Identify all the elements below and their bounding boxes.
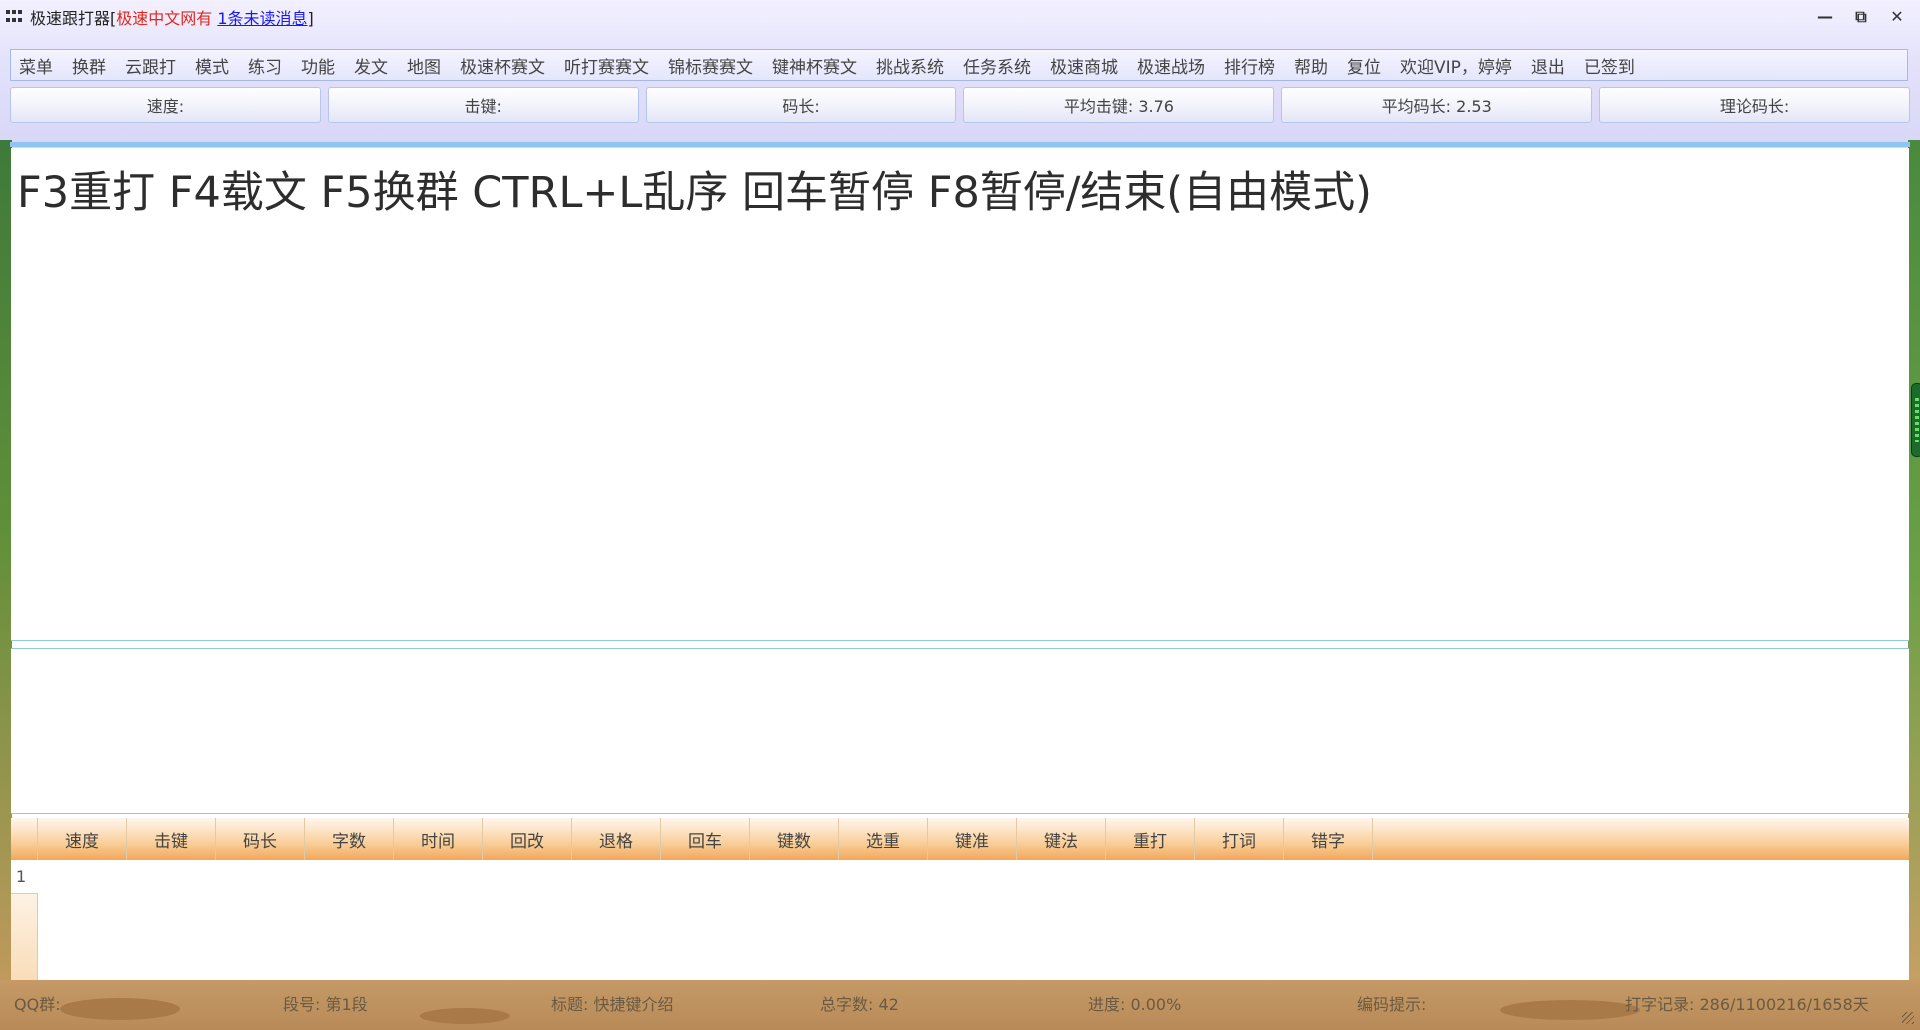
menu-item-leaderboard[interactable]: 排行榜 (1224, 53, 1275, 78)
menu-item-store[interactable]: 极速商城 (1050, 53, 1118, 78)
stat-code-length: 码长: (645, 87, 957, 123)
close-icon[interactable]: ✕ (1886, 6, 1908, 28)
column-header-key-count[interactable]: 键数 (750, 818, 839, 860)
menu-item-switch-group[interactable]: 换群 (72, 53, 106, 78)
passage-text: F3重打 F4载文 F5换群 CTRL+L乱序 回车暂停 F8暂停/结束(自由模… (17, 168, 1372, 218)
window-title: 极速跟打器[极速中文网有 1条未读消息] (30, 5, 314, 29)
title-prefix: 极速跟打器[ (30, 9, 117, 28)
desktop-background-right (1908, 140, 1920, 1000)
menu-item-listen-race[interactable]: 听打赛赛文 (564, 53, 649, 78)
status-total-chars: 总字数: 42 (820, 995, 899, 1014)
row-number[interactable]: 1 (11, 860, 38, 894)
stat-theory-code-length: 理论码长: (1599, 87, 1910, 123)
menu-item-menu[interactable]: 菜单 (19, 53, 53, 78)
column-header-word-typing[interactable]: 打词 (1195, 818, 1284, 860)
menu-item-functions[interactable]: 功能 (301, 53, 335, 78)
column-header-key-method[interactable]: 键法 (1017, 818, 1106, 860)
title-site-notice: 极速中文网有 (116, 9, 213, 28)
column-header-candidate-select[interactable]: 选重 (839, 818, 928, 860)
passage-display[interactable]: F3重打 F4载文 F5换群 CTRL+L乱序 回车暂停 F8暂停/结束(自由模… (11, 148, 1920, 641)
grid-header: 速度 击键 码长 字数 时间 回改 退格 回车 键数 选重 键准 键法 重打 打… (11, 818, 1909, 860)
restore-icon[interactable]: ⧉ (1850, 6, 1872, 28)
column-header-backspace[interactable]: 退格 (572, 818, 661, 860)
window-controls: — ⧉ ✕ (1814, 6, 1908, 28)
status-progress: 进度: 0.00% (1088, 995, 1182, 1014)
grid-corner (11, 818, 38, 860)
menu-item-mode[interactable]: 模式 (195, 53, 229, 78)
menu-item-tasks[interactable]: 任务系统 (963, 53, 1031, 78)
status-qq-group: QQ群: (14, 995, 61, 1014)
menu-item-map[interactable]: 地图 (407, 53, 441, 78)
menu-item-practice[interactable]: 练习 (248, 53, 282, 78)
status-title: 标题: 快捷键介绍 (551, 995, 674, 1014)
column-header-wrong-chars[interactable]: 错字 (1284, 818, 1373, 860)
menu-item-cloud-typing[interactable]: 云跟打 (125, 53, 176, 78)
status-encode-hint: 编码提示: (1357, 995, 1427, 1014)
stat-keystroke: 击键: (327, 87, 639, 123)
menu-item-logout[interactable]: 退出 (1531, 53, 1565, 78)
menu-item-welcome-vip[interactable]: 欢迎VIP，婷婷 (1400, 53, 1512, 78)
status-bar: QQ群: 段号: 第1段 标题: 快捷键介绍 总字数: 42 进度: 0.00%… (0, 990, 1920, 1020)
column-header-key-accuracy[interactable]: 键准 (928, 818, 1017, 860)
column-header-enter[interactable]: 回车 (661, 818, 750, 860)
column-header-speed[interactable]: 速度 (38, 818, 127, 860)
column-header-keystroke[interactable]: 击键 (127, 818, 216, 860)
scrollbar-handle[interactable] (1911, 383, 1920, 457)
status-segment: 段号: 第1段 (283, 995, 368, 1014)
unread-messages-link[interactable]: 1条未读消息 (217, 9, 307, 28)
column-header-retype[interactable]: 重打 (1106, 818, 1195, 860)
app-grid-icon[interactable] (6, 10, 24, 24)
menu-item-signed-in[interactable]: 已签到 (1584, 53, 1635, 78)
title-bar: 极速跟打器[极速中文网有 1条未读消息] — ⧉ ✕ (0, 0, 1920, 34)
column-header-char-count[interactable]: 字数 (305, 818, 394, 860)
row-header-column: 1 (11, 860, 38, 980)
menu-item-battlefield[interactable]: 极速战场 (1137, 53, 1205, 78)
stat-avg-keystroke: 平均击键: 3.76 (963, 87, 1275, 123)
menu-item-reset[interactable]: 复位 (1347, 53, 1381, 78)
results-grid: 速度 击键 码长 字数 时间 回改 退格 回车 键数 选重 键准 键法 重打 打… (11, 818, 1909, 980)
status-typing-record: 打字记录: 286/1100216/1658天 (1625, 995, 1869, 1014)
typing-input-area[interactable] (11, 648, 1909, 814)
minimize-icon[interactable]: — (1814, 6, 1836, 28)
menu-item-key-god-cup[interactable]: 键神杯赛文 (772, 53, 857, 78)
column-header-code-length[interactable]: 码长 (216, 818, 305, 860)
grid-columns: 速度 击键 码长 字数 时间 回改 退格 回车 键数 选重 键准 键法 重打 打… (38, 818, 1373, 860)
title-suffix: ] (307, 9, 314, 28)
resize-grip-icon[interactable] (1902, 1012, 1914, 1024)
stats-bar: 速度: 击键: 码长: 平均击键: 3.76 平均码长: 2.53 理论码长: (10, 87, 1910, 123)
menu-item-speed-cup[interactable]: 极速杯赛文 (460, 53, 545, 78)
stat-speed: 速度: (10, 87, 321, 123)
menu-item-send-text[interactable]: 发文 (354, 53, 388, 78)
section-divider (10, 142, 1910, 147)
column-header-time[interactable]: 时间 (394, 818, 483, 860)
menu-item-help[interactable]: 帮助 (1294, 53, 1328, 78)
menu-item-championship[interactable]: 锦标赛赛文 (668, 53, 753, 78)
stat-avg-code-length: 平均码长: 2.53 (1281, 87, 1593, 123)
column-header-corrections[interactable]: 回改 (483, 818, 572, 860)
menu-item-challenge[interactable]: 挑战系统 (876, 53, 944, 78)
menu-bar: 菜单 换群 云跟打 模式 练习 功能 发文 地图 极速杯赛文 听打赛赛文 锦标赛… (10, 49, 1908, 81)
